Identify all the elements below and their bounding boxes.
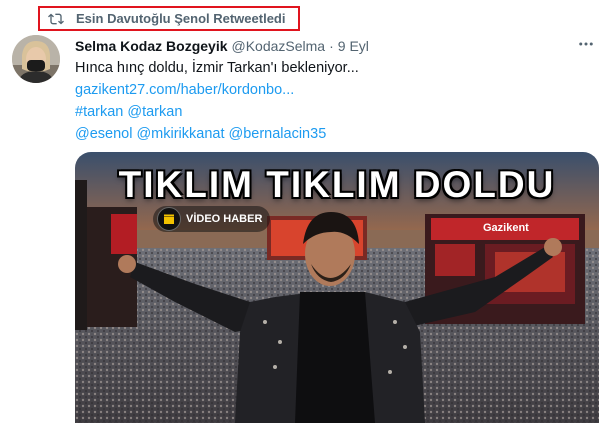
tweet-media[interactable]: TIKLIM TIKLIM DOLDU VİDEO HABER Gazikent — [75, 152, 599, 423]
retweet-label: Esin Davutoğlu Şenol Retweetledi — [76, 11, 286, 26]
tweet-header: Selma Kodaz Bozgeyik @KodazSelma · 9 Eyl — [75, 36, 598, 55]
hashtag-line: #tarkan @tarkan — [75, 101, 598, 123]
avatar-image — [12, 35, 60, 83]
tweet-content: Selma Kodaz Bozgeyik @KodazSelma · 9 Eyl… — [75, 36, 598, 145]
mention-tarkan[interactable]: @tarkan — [127, 104, 182, 120]
mention-bernalacin35[interactable]: @bernalacin35 — [229, 126, 327, 142]
tweet-message: Hınca hınç doldu, İzmir Tarkan'ı bekleni… — [75, 60, 359, 76]
author-name[interactable]: Selma Kodaz Bozgeyik — [75, 38, 228, 54]
mention-line: @esenol @mkirikkanat @bernalacin35 — [75, 123, 598, 145]
author-avatar[interactable] — [12, 35, 60, 83]
video-badge-label: VİDEO HABER — [186, 213, 263, 225]
video-badge: VİDEO HABER — [153, 206, 271, 232]
retweet-indicator[interactable]: Esin Davutoğlu Şenol Retweetledi — [38, 6, 300, 31]
more-options-button[interactable] — [574, 34, 598, 54]
tweet-date[interactable]: 9 Eyl — [338, 38, 369, 54]
tweet-text: Hınca hınç doldu, İzmir Tarkan'ı bekleni… — [75, 57, 598, 145]
more-dots-icon — [579, 42, 593, 46]
stage-banner: Gazikent — [483, 222, 529, 234]
mention-mkirikkanat[interactable]: @mkirikkanat — [136, 126, 224, 142]
video-clapper-icon — [157, 207, 181, 231]
mention-esenol[interactable]: @esenol — [75, 126, 132, 142]
header-separator: · — [329, 37, 334, 54]
hashtag-tarkan[interactable]: #tarkan — [75, 104, 123, 120]
media-headline: TIKLIM TIKLIM DOLDU — [118, 164, 556, 205]
author-handle[interactable]: @KodazSelma — [232, 38, 326, 54]
tweet-link[interactable]: gazikent27.com/haber/kordonbo... — [75, 79, 598, 101]
retweet-icon — [48, 13, 64, 24]
